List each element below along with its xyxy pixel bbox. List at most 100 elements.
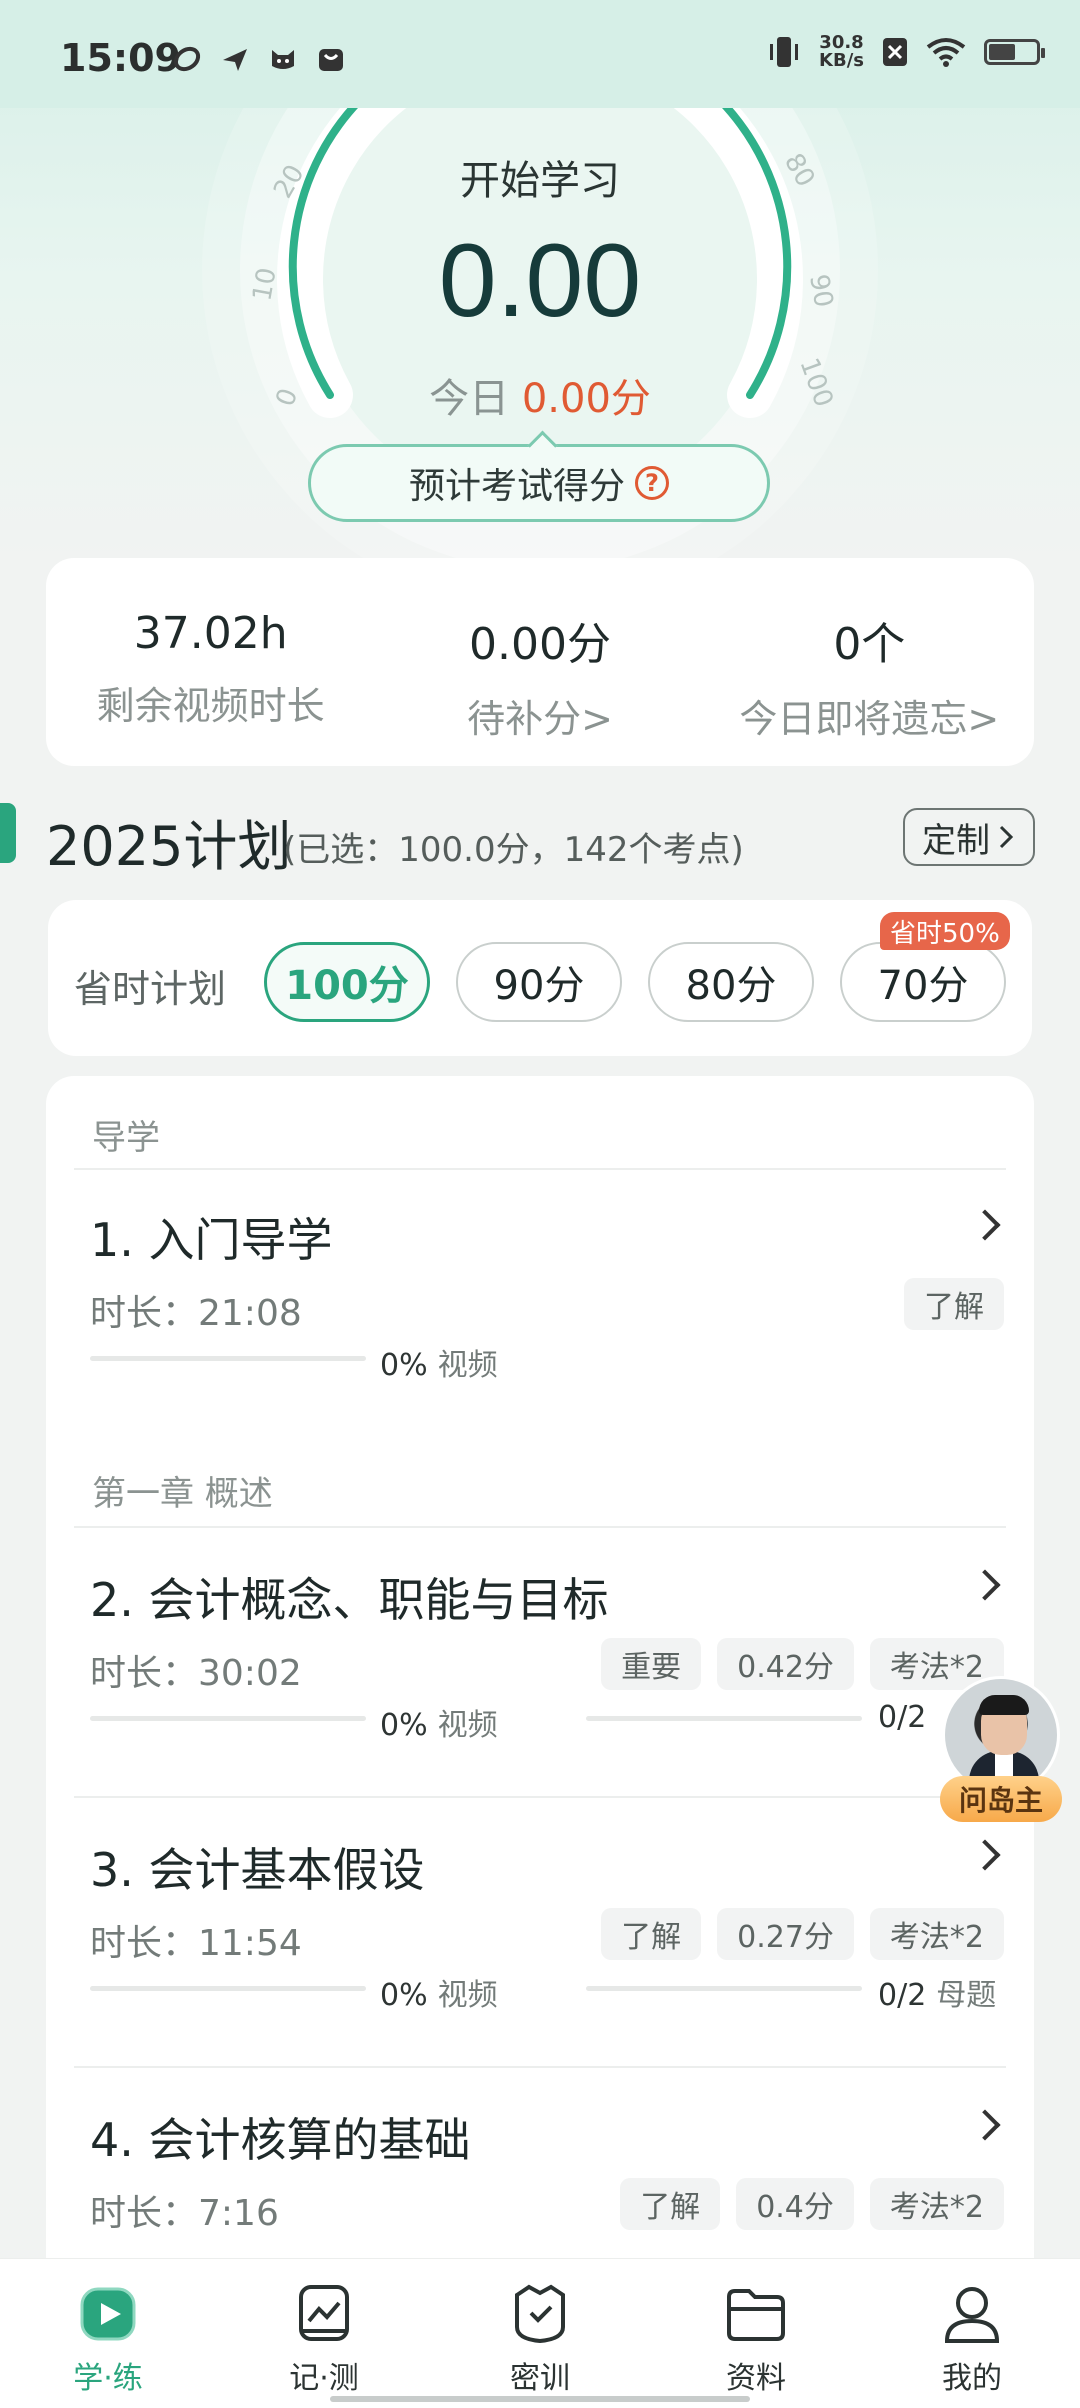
chart-icon xyxy=(299,2285,349,2341)
status-bar: 15:09 30.8 KB/s xyxy=(0,0,1080,108)
course-item-3[interactable]: 3. 会计基本假设 时长：11:54 了解 0.27分 考法*2 0% 视频 0/… xyxy=(46,1834,1034,2104)
tag: 0.27分 xyxy=(717,1908,854,1960)
network-speed-unit: KB/s xyxy=(819,50,864,71)
course-list-card: 导学 1. 入门导学 时长：21:08 了解 0% 视频 第一章 概述 2. 会计… xyxy=(46,1076,1034,2408)
app-notification-icon xyxy=(173,46,201,72)
chevron-right-icon xyxy=(969,1839,1001,1871)
status-time: 15:09 xyxy=(60,36,181,80)
vibrate-icon xyxy=(770,37,799,67)
tag: 了解 xyxy=(904,1278,1004,1330)
course-item-1[interactable]: 1. 入门导学 时长：21:08 了解 0% 视频 xyxy=(46,1204,1034,1474)
ask-island-owner-button[interactable]: 问岛主 xyxy=(940,1676,1062,1822)
wifi-icon xyxy=(926,38,966,67)
nav-label: 资料 xyxy=(726,2361,786,2396)
video-progress-value: 0% xyxy=(380,1978,428,2013)
nav-label: 密训 xyxy=(510,2361,570,2396)
stat-value: 0.00分 xyxy=(469,619,611,670)
video-progress: 0% 视频 xyxy=(380,1700,498,1744)
time-saving-label: 省时计划 xyxy=(74,967,227,1011)
plan-option-90[interactable]: 90分 xyxy=(456,942,622,1022)
video-progress-bar xyxy=(90,1716,366,1721)
section-title: 第一章 概述 xyxy=(92,1474,273,1514)
question-progress-value: 0/2 xyxy=(878,1978,927,2013)
divider xyxy=(74,1526,1006,1528)
course-item-tags: 了解 0.27分 考法*2 xyxy=(601,1908,1004,1960)
question-progress-label: 母题 xyxy=(936,1978,997,2013)
stat-value: 37.02h xyxy=(133,608,288,659)
home-indicator[interactable] xyxy=(330,2396,750,2402)
plan-option-100[interactable]: 100分 xyxy=(264,942,430,1022)
predicted-score: 0.00 xyxy=(438,223,642,339)
customize-label: 定制 xyxy=(922,820,990,861)
video-progress: 0% 视频 xyxy=(380,1340,498,1384)
course-item-duration: 时长：11:54 xyxy=(90,1923,302,1964)
customize-button[interactable]: 定制 xyxy=(903,808,1035,866)
start-study-title[interactable]: 开始学习 xyxy=(0,148,1080,206)
question-progress-value: 0/2 xyxy=(878,1700,927,1735)
video-progress-value: 0% xyxy=(380,1348,428,1383)
video-progress-label: 视频 xyxy=(437,1708,498,1743)
send-icon xyxy=(223,49,247,71)
divider xyxy=(74,2066,1006,2068)
battery-icon xyxy=(984,39,1045,65)
sim-disabled-icon xyxy=(883,38,907,66)
course-item-duration: 时长：7:16 xyxy=(90,2193,279,2234)
stat-forgetting-today[interactable]: 0个 今日即将遗忘> xyxy=(705,558,1034,766)
nav-mine[interactable]: 我的 xyxy=(864,2259,1080,2408)
stats-card: 37.02h 剩余视频时长 0.00分 待补分> 0个 今日即将遗忘> xyxy=(46,558,1034,766)
chevron-right-icon xyxy=(999,825,1014,849)
folder-icon xyxy=(727,2289,785,2341)
tag: 了解 xyxy=(620,2178,721,2230)
shopping-bag-icon xyxy=(319,49,343,71)
course-item-title: 2. 会计概念、职能与目标 xyxy=(90,1573,609,1627)
time-saving-plan-card: 省时计划 100分 90分 80分 70分 省时50% xyxy=(48,900,1032,1056)
tag: 考法*2 xyxy=(869,2178,1004,2230)
plan-option-80[interactable]: 80分 xyxy=(648,942,814,1022)
stat-pending-score[interactable]: 0.00分 待补分> xyxy=(375,558,704,766)
video-progress-label: 视频 xyxy=(437,1978,498,2013)
nav-label: 我的 xyxy=(942,2361,1002,2396)
course-item-title: 4. 会计核算的基础 xyxy=(90,2113,471,2167)
video-progress-label: 视频 xyxy=(437,1348,498,1383)
plan-title: 2025计划 xyxy=(46,815,292,878)
nav-study-practice[interactable]: 学·练 xyxy=(0,2259,216,2408)
course-item-duration: 时长：21:08 xyxy=(90,1293,302,1334)
chevron-right-icon xyxy=(969,1569,1001,1601)
play-icon xyxy=(80,2287,136,2341)
shield-icon xyxy=(515,2284,565,2344)
video-progress-bar xyxy=(90,1356,366,1361)
stat-label: 待补分> xyxy=(467,697,613,741)
nav-materials[interactable]: 资料 xyxy=(648,2259,864,2408)
tag: 考法*2 xyxy=(869,1908,1004,1960)
tag: 0.4分 xyxy=(736,2178,854,2230)
plan-accent-bar xyxy=(0,803,16,863)
question-progress: 0/2 母题 xyxy=(878,1970,996,2014)
course-item-duration: 时长：30:02 xyxy=(90,1653,302,1694)
tag: 0.42分 xyxy=(717,1638,854,1690)
chevron-right-icon xyxy=(969,2109,1001,2141)
section-title: 导学 xyxy=(92,1118,160,1158)
nav-review-test[interactable]: 记·测 xyxy=(216,2259,432,2408)
question-progress: 0/2 xyxy=(878,1700,926,1735)
status-notification-icons xyxy=(172,44,346,74)
nav-secret-training[interactable]: 密训 xyxy=(432,2259,648,2408)
bottom-navigation: 学·练 记·测 密训 资料 我的 xyxy=(0,2258,1080,2408)
video-progress-value: 0% xyxy=(380,1708,428,1743)
video-progress: 0% 视频 xyxy=(380,1970,498,2014)
tag: 重要 xyxy=(601,1638,702,1690)
predict-exam-score-label: 预计考试得分 xyxy=(408,466,625,507)
network-speed: 30.8 KB/s xyxy=(819,34,864,70)
predict-exam-score-button[interactable]: 预计考试得分 ? xyxy=(308,444,770,522)
course-item-title: 3. 会计基本假设 xyxy=(90,1843,425,1897)
question-progress-bar xyxy=(586,1986,862,1991)
today-score-value: 0.00分 xyxy=(521,376,651,422)
course-item-2[interactable]: 2. 会计概念、职能与目标 时长：30:02 重要 0.42分 考法*2 0% 视… xyxy=(46,1564,1034,1834)
helper-label: 问岛主 xyxy=(940,1776,1062,1822)
tag: 了解 xyxy=(601,1908,702,1960)
help-icon[interactable]: ? xyxy=(635,466,669,500)
plan-option-70[interactable]: 70分 xyxy=(840,942,1006,1022)
nav-label: 记·测 xyxy=(289,2361,359,2396)
divider xyxy=(74,1168,1006,1170)
question-progress-bar xyxy=(586,1716,862,1721)
status-system-icons: 30.8 KB/s xyxy=(767,34,1045,70)
